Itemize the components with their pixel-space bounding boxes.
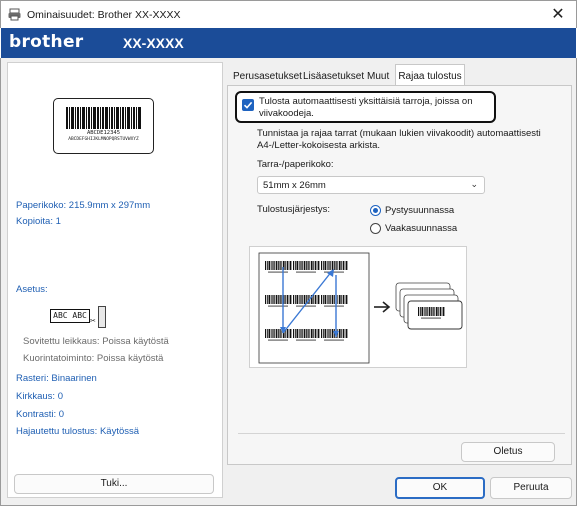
distributed-print-info: Hajautettu tulostus: Käytössä <box>16 426 140 437</box>
order-vertical-label[interactable]: Pystysuunnassa <box>385 205 454 216</box>
layout-info: Asetus: <box>16 284 48 295</box>
scissors-icon: ✂ <box>90 318 96 325</box>
auto-print-option-box: Tulosta automaattisesti yksittäisiä tarr… <box>235 91 496 123</box>
print-order-label: Tulostusjärjestys: <box>257 204 331 215</box>
brand-bar: brother XX-XXXX <box>1 28 576 58</box>
tab-basic-settings[interactable]: Perusasetukset <box>233 68 302 86</box>
contrast-info: Kontrasti: 0 <box>16 409 65 420</box>
label-size-select[interactable]: 51mm x 26mm ⌄ <box>257 176 485 194</box>
label-preview: ABCDE12345 ABCDEFGHIJKLMNOPQRSTUVWXYZ <box>53 98 154 154</box>
model-name: XX-XXXX <box>123 35 184 51</box>
cutter-icon <box>98 306 106 328</box>
smart-cut-info: Sovitettu leikkaus: Poissa käytöstä <box>23 336 169 347</box>
brightness-info: Kirkkaus: 0 <box>16 391 63 402</box>
ok-button[interactable]: OK <box>395 477 485 499</box>
label-size-value: 51mm x 26mm <box>263 180 326 191</box>
paper-size-info: Paperikoko: 215.9mm x 297mm <box>16 200 151 211</box>
barcode-subtext: ABCDEFGHIJKLMNOPQRSTUVWXYZ <box>68 137 139 142</box>
chevron-down-icon: ⌄ <box>470 179 478 189</box>
tab-advanced-settings[interactable]: Lisäasetukset <box>303 68 364 86</box>
auto-print-checkbox[interactable] <box>242 99 254 111</box>
brand-logo: brother <box>9 32 84 52</box>
copies-info: Kopioita: 1 <box>16 216 61 227</box>
auto-print-label[interactable]: Tulosta automaattisesti yksittäisiä tarr… <box>259 96 495 120</box>
order-horizontal-radio[interactable] <box>370 223 381 234</box>
cancel-button[interactable]: Peruuta <box>490 477 572 499</box>
barcode-graphic <box>66 107 141 129</box>
crop-order-illustration <box>258 252 463 364</box>
order-vertical-radio[interactable] <box>370 205 381 216</box>
tab-crop-print[interactable]: Rajaa tulostus <box>395 64 465 86</box>
crop-print-panel: Tulosta automaattisesti yksittäisiä tarr… <box>227 85 572 465</box>
halftone-info: Rasteri: Binaarinen <box>16 373 97 384</box>
printer-icon <box>8 8 21 21</box>
order-horizontal-label[interactable]: Vaakasuunnassa <box>385 223 457 234</box>
cut-label-preview: ABC ABC <box>50 309 90 323</box>
dialog-body: ABCDE12345 ABCDEFGHIJKLMNOPQRSTUVWXYZ Pa… <box>0 58 577 506</box>
cut-setting-illustration: ABC ABC ✂ <box>45 306 115 334</box>
settings-summary-panel: ABCDE12345 ABCDEFGHIJKLMNOPQRSTUVWXYZ Pa… <box>7 62 223 498</box>
tab-other[interactable]: Muut <box>367 68 389 86</box>
crop-description: Tunnistaa ja rajaa tarrat (mukaan lukien… <box>257 128 541 151</box>
chain-print-info: Kuorintatoiminto: Poissa käytöstä <box>23 353 164 364</box>
close-icon[interactable]: ✕ <box>548 5 568 25</box>
title-bar: Ominaisuudet: Brother XX-XXXX ✕ <box>0 0 577 28</box>
crop-order-diagram <box>249 246 467 368</box>
window-title: Ominaisuudet: Brother XX-XXXX <box>27 9 181 21</box>
barcode-text: ABCDE12345 <box>86 130 121 136</box>
panel-divider <box>238 433 565 434</box>
support-button[interactable]: Tuki... <box>14 474 214 494</box>
defaults-button[interactable]: Oletus <box>461 442 555 462</box>
size-label: Tarra-/paperikoko: <box>257 159 334 170</box>
checkmark-icon <box>243 101 253 109</box>
